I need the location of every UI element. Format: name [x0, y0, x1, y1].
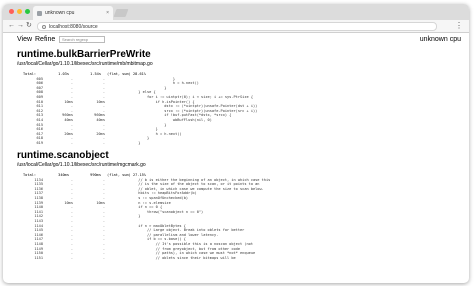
zoom-window-button[interactable]: [25, 9, 30, 14]
view-menu[interactable]: View: [17, 36, 32, 43]
info-icon[interactable]: [42, 24, 46, 29]
page-icon: [37, 10, 42, 16]
close-window-button[interactable]: [9, 9, 14, 14]
address-bar[interactable]: localhost:8080/source: [37, 22, 437, 31]
new-tab-button[interactable]: [113, 9, 129, 17]
cum-value: .: [102, 140, 105, 145]
tab-active[interactable]: unknown cpu ×: [33, 6, 113, 20]
forward-arrow-icon[interactable]: →: [17, 21, 24, 31]
flat-value: .: [70, 255, 73, 260]
source-line: 619.. }: [23, 141, 257, 146]
source-listing: Total: 340ms 990ms (flat, sum) 27.15% 1134..…: [23, 173, 270, 260]
minimize-window-button[interactable]: [17, 9, 22, 14]
function-title: runtime.scanobject: [17, 150, 109, 161]
tab-bar: unknown cpu ×: [3, 4, 469, 20]
source-listing: Total: 1.03s 1.54s (flat, sum) 28.61% 605.. …: [23, 72, 257, 146]
search-input[interactable]: Search regexp: [59, 36, 105, 43]
browser-menu-icon[interactable]: ⋮: [455, 21, 463, 31]
code-text: }: [121, 140, 141, 145]
pprof-header: View Refine Search regexp unknown cpu: [3, 34, 469, 44]
source-line: 1151.. // oblets since their bitmaps wil…: [23, 256, 270, 261]
window-controls: [9, 9, 30, 14]
back-arrow-icon[interactable]: ←: [8, 21, 15, 31]
tab-title: unknown cpu: [45, 10, 75, 16]
close-tab-icon[interactable]: ×: [106, 10, 109, 16]
cum-value: .: [102, 255, 105, 260]
function-path: /usr/local/Cellar/go/1.10.1/libexec/src/…: [17, 162, 146, 168]
line-number: 1151: [34, 255, 43, 260]
browser-toolbar: ← → ↻ localhost:8080/source ⋮: [3, 20, 469, 33]
line-number: 619: [36, 140, 44, 145]
flat-value: .: [70, 140, 73, 145]
function-title: runtime.bulkBarrierPreWrite: [17, 49, 151, 60]
url-text: localhost:8080/source: [49, 23, 98, 30]
browser-window: unknown cpu × ← → ↻ localhost:8080/sourc…: [3, 4, 469, 283]
refine-menu[interactable]: Refine: [35, 36, 55, 43]
profile-title: unknown cpu: [419, 36, 461, 43]
reload-icon[interactable]: ↻: [26, 21, 32, 31]
function-path: /usr/local/Cellar/go/1.10.1/libexec/src/…: [17, 61, 153, 67]
code-text: // oblets since their bitmaps will be: [121, 255, 236, 260]
